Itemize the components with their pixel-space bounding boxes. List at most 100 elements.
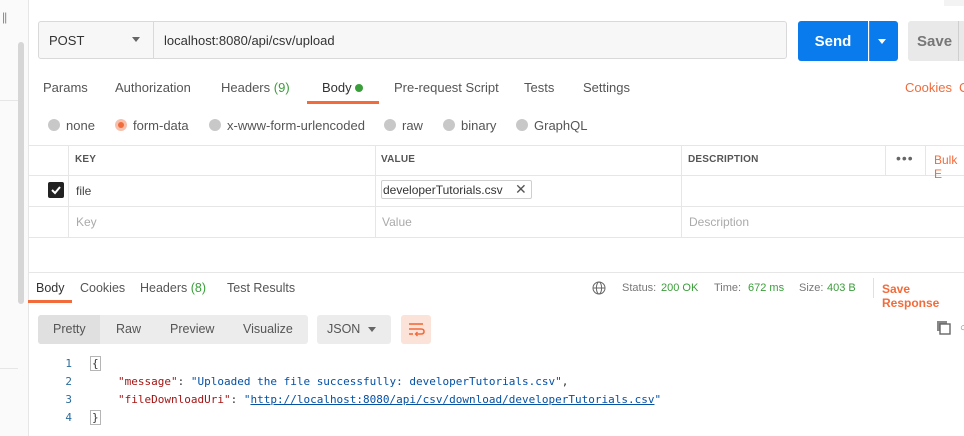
- pause-icon[interactable]: ||: [2, 10, 7, 24]
- download-link[interactable]: http://localhost:8080/api/csv/download/d…: [250, 393, 654, 406]
- resp-tab-cookies[interactable]: Cookies: [80, 281, 125, 295]
- tab-headers[interactable]: Headers (9): [221, 80, 290, 95]
- resp-tab-test-results[interactable]: Test Results: [227, 281, 295, 295]
- code-link[interactable]: C: [959, 80, 964, 95]
- divider: [0, 368, 18, 369]
- json-colon: :: [230, 393, 244, 406]
- globe-icon[interactable]: [592, 281, 606, 295]
- column-header-value: VALUE: [381, 154, 416, 165]
- radio-form-data-label[interactable]: form-data: [133, 118, 189, 133]
- divider: [0, 100, 18, 101]
- more-options-icon[interactable]: •••: [896, 150, 914, 166]
- chevron-down-icon[interactable]: [132, 37, 140, 42]
- format-raw[interactable]: Raw: [116, 322, 141, 336]
- search-icon[interactable]: ○: [960, 322, 964, 334]
- format-visualize[interactable]: Visualize: [243, 322, 293, 336]
- column-divider: [68, 145, 69, 237]
- line-number: 1: [65, 357, 72, 370]
- send-button[interactable]: Send: [798, 21, 868, 61]
- table-border: [28, 237, 964, 238]
- format-pretty[interactable]: Pretty: [53, 322, 86, 336]
- status-value: 200 OK: [661, 282, 699, 294]
- line-number: 4: [65, 411, 72, 424]
- key-placeholder-input[interactable]: Key: [76, 215, 97, 229]
- radio-urlencoded-label[interactable]: x-www-form-urlencoded: [227, 118, 365, 133]
- radio-raw[interactable]: [384, 119, 396, 131]
- resp-tab-body[interactable]: Body: [36, 281, 65, 295]
- json-key: "message": [118, 375, 178, 388]
- json-comma: ,: [561, 375, 569, 388]
- save-response-button[interactable]: Save Response: [882, 282, 964, 310]
- file-name: developerTutorials.csv: [383, 183, 503, 197]
- description-placeholder-input[interactable]: Description: [689, 215, 749, 229]
- chevron-down-icon[interactable]: [878, 39, 886, 44]
- param-key-cell[interactable]: file: [76, 184, 91, 198]
- copy-icon[interactable]: [936, 320, 952, 336]
- time-label: Time:: [714, 282, 742, 294]
- code-line: {: [90, 356, 101, 371]
- radio-binary-label[interactable]: binary: [461, 118, 496, 133]
- code-line: "message": "Uploaded the file successful…: [118, 375, 568, 388]
- response-divider: [28, 272, 964, 273]
- chevron-down-icon[interactable]: [368, 327, 376, 332]
- tab-headers-label: Headers: [221, 80, 271, 95]
- value-placeholder-input[interactable]: Value: [382, 215, 412, 229]
- resp-tab-headers[interactable]: Headers (8): [140, 281, 206, 295]
- wrap-lines-icon: [409, 323, 425, 337]
- status-label: Status:: [622, 282, 657, 294]
- json-value: "Uploaded the file successfully: develop…: [190, 375, 562, 388]
- body-indicator-dot: [355, 84, 363, 92]
- url-input[interactable]: localhost:8080/api/csv/upload: [164, 21, 335, 59]
- headers-count: (9): [273, 80, 290, 95]
- tab-body[interactable]: Body: [322, 80, 352, 95]
- size-label: Size:: [799, 282, 824, 294]
- wrap-lines-button[interactable]: [401, 315, 431, 344]
- bulk-edit-link[interactable]: Bulk E: [934, 153, 964, 181]
- tab-authorization[interactable]: Authorization: [115, 80, 191, 95]
- tab-params[interactable]: Params: [43, 80, 88, 95]
- column-divider: [925, 145, 926, 175]
- radio-raw-label[interactable]: raw: [402, 118, 423, 133]
- radio-none-label[interactable]: none: [66, 118, 95, 133]
- sidebar-strip: [0, 0, 29, 436]
- radio-binary[interactable]: [443, 119, 455, 131]
- open-brace: {: [90, 356, 101, 371]
- radio-graphql-label[interactable]: GraphQL: [534, 118, 587, 133]
- save-divider: [958, 21, 959, 61]
- language-label: JSON: [327, 322, 361, 336]
- radio-form-data[interactable]: [115, 119, 127, 131]
- scrollbar[interactable]: [18, 42, 24, 304]
- format-preview[interactable]: Preview: [170, 322, 214, 336]
- resp-headers-count: (8): [190, 281, 207, 295]
- time-value: 672 ms: [748, 282, 785, 294]
- resp-tab-headers-label: Headers: [140, 281, 188, 295]
- column-divider: [885, 145, 886, 175]
- column-divider: [375, 145, 376, 237]
- tab-pre-request-script[interactable]: Pre-request Script: [394, 80, 499, 95]
- save-button[interactable]: Save: [908, 21, 964, 61]
- line-number: 3: [65, 393, 72, 406]
- tab-tests[interactable]: Tests: [524, 80, 554, 95]
- json-key: "fileDownloadUri": [118, 393, 231, 406]
- cookies-link[interactable]: Cookies: [905, 80, 952, 95]
- active-tab-underline: [28, 300, 72, 303]
- check-icon: [51, 186, 61, 195]
- json-colon: :: [177, 375, 191, 388]
- table-border: [28, 175, 964, 176]
- code-line: "fileDownloadUri": "http://localhost:808…: [118, 393, 661, 406]
- json-quote: ": [654, 393, 662, 406]
- table-border: [28, 206, 964, 207]
- radio-urlencoded[interactable]: [209, 119, 221, 131]
- tab-settings[interactable]: Settings: [583, 80, 630, 95]
- code-line: }: [90, 410, 101, 425]
- close-icon[interactable]: ✕: [515, 181, 527, 198]
- window-corner: [944, 0, 964, 6]
- line-number: 2: [65, 375, 72, 388]
- radio-none[interactable]: [48, 119, 60, 131]
- row-enabled-checkbox[interactable]: [48, 182, 64, 198]
- active-tab-underline: [307, 101, 379, 104]
- close-brace: }: [90, 410, 101, 425]
- radio-graphql[interactable]: [516, 119, 528, 131]
- divider: [873, 278, 874, 298]
- size-value: 403 B: [827, 282, 856, 294]
